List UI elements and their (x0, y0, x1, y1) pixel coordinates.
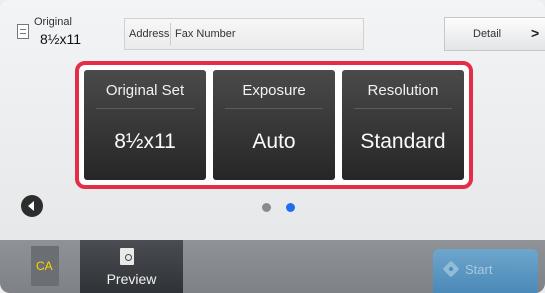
tile-divider (354, 108, 452, 109)
tile-divider (96, 108, 194, 109)
exposure-label: Exposure (242, 82, 306, 99)
original-document-icon (17, 24, 29, 39)
address-separator (170, 23, 171, 45)
top-bar: Original 8½x11 Address Fax Number Detail… (0, 0, 545, 58)
exposure-value: Auto (252, 130, 296, 153)
settings-panel: Original Set 8½x11 Exposure Auto Resolut… (75, 61, 473, 189)
ca-button[interactable]: CA (31, 246, 59, 286)
detail-button[interactable]: Detail > (444, 17, 545, 51)
address-field[interactable]: Address Fax Number (124, 18, 364, 50)
start-button[interactable]: Start (433, 249, 538, 293)
page-dot-2-active[interactable] (286, 203, 295, 212)
page-dot-1[interactable] (262, 203, 271, 212)
original-set-value: 8½x11 (114, 130, 176, 153)
fax-screen: Original 8½x11 Address Fax Number Detail… (0, 0, 545, 293)
resolution-value: Standard (360, 130, 446, 153)
resolution-tile[interactable]: Resolution Standard (342, 70, 464, 180)
original-set-label: Original Set (105, 82, 185, 99)
preview-label: Preview (106, 271, 157, 287)
start-label: Start (465, 262, 493, 277)
fax-number-label: Fax Number (175, 28, 236, 40)
exposure-tile[interactable]: Exposure Auto (213, 70, 335, 180)
ca-label: CA (36, 259, 53, 273)
chevron-right-icon: > (531, 25, 540, 41)
original-label: Original (34, 16, 72, 28)
original-set-tile[interactable]: Original Set 8½x11 (84, 70, 206, 180)
original-size: 8½x11 (40, 31, 81, 47)
resolution-label: Resolution (367, 82, 439, 99)
start-icon (442, 260, 460, 278)
preview-icon (120, 248, 134, 265)
detail-label: Detail (473, 28, 502, 40)
address-label: Address (129, 28, 170, 40)
tile-divider (225, 108, 323, 109)
back-arrow-icon[interactable] (21, 195, 43, 217)
preview-button[interactable]: Preview (80, 240, 183, 293)
